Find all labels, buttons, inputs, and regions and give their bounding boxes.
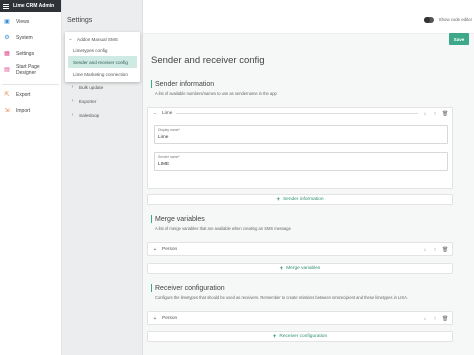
sender-information-section: Sender information A list of available n… <box>151 80 467 96</box>
move-up-icon[interactable]: ↑ <box>432 111 438 117</box>
button-label: Sender information <box>282 197 324 202</box>
nav-item-label: Settings <box>16 51 35 57</box>
chevron-right-icon: › <box>71 112 74 118</box>
nav-item-export[interactable]: ⇱ Export <box>0 87 61 103</box>
move-up-icon[interactable]: ↑ <box>432 316 438 322</box>
nav-divider <box>2 84 59 85</box>
add-merge-variable-button[interactable]: + Merge variables <box>147 263 453 274</box>
expand-icon[interactable]: + <box>152 316 158 322</box>
display-name-field[interactable]: Display name* Lime <box>154 125 448 144</box>
chevron-right-icon: › <box>71 84 74 90</box>
button-label: Receiver configuration <box>279 334 328 339</box>
tree-node-exporter[interactable]: › Exporter <box>62 94 142 108</box>
nav-item-label: Views <box>16 19 30 25</box>
sender-item-card: − Lime ↓ ↑ 🗑 Display name* Lime Sender n… <box>147 107 453 189</box>
nav-item-views[interactable]: ▣ Views <box>0 14 61 30</box>
divider <box>176 113 418 114</box>
delete-icon[interactable]: 🗑 <box>442 316 448 322</box>
receiver-configuration-section: Receiver configuration Configure the lim… <box>151 284 467 300</box>
code-editor-toggle[interactable] <box>424 17 434 23</box>
nav-item-label: Start Page Designer <box>16 64 40 76</box>
nav-item-label: Export <box>16 92 31 98</box>
menu-icon[interactable] <box>3 3 9 9</box>
chevron-right-icon: › <box>71 98 74 104</box>
field-value: Lime <box>158 135 169 140</box>
collapse-icon[interactable]: − <box>152 111 158 117</box>
field-label: Display name* <box>158 128 180 132</box>
submenu-item-sender-receiver-config[interactable]: Sender and receiver config <box>68 56 137 68</box>
merge-variables-section: Merge variables A list of merge variable… <box>151 215 467 231</box>
tree-node-label: Bulk update <box>79 84 104 90</box>
system-icon: ⚙ <box>4 35 10 41</box>
app-header: Lime CRM Admin <box>0 0 61 12</box>
tree-node-bulk-update[interactable]: › Bulk update <box>62 80 142 94</box>
submenu-item-lime-marketing-connection[interactable]: Lime Marketing connection <box>68 68 137 80</box>
expand-icon[interactable]: + <box>152 247 158 253</box>
delete-icon[interactable]: 🗑 <box>442 111 448 117</box>
plus-icon: + <box>279 265 284 272</box>
field-value: LIME <box>158 162 170 167</box>
field-label: Sender name* <box>158 155 180 159</box>
plus-icon: + <box>276 196 280 203</box>
section-description: A list of merge variables that are avail… <box>155 226 291 231</box>
code-editor-toggle-label: Show code editor <box>438 17 472 22</box>
section-description: Configure the limetypes that should be u… <box>155 295 409 300</box>
add-receiver-configuration-button[interactable]: + Receiver configuration <box>147 331 453 342</box>
section-description: A list of available numbers/names to use… <box>155 91 277 96</box>
section-accent <box>151 80 152 88</box>
settings-title: Settings <box>67 17 93 24</box>
nav-item-system[interactable]: ⚙ System <box>0 30 61 46</box>
tree-node-addon-manual-sms[interactable]: ⌄ Addon Manual SMS <box>65 34 140 44</box>
sender-name-field[interactable]: Sender name* LIME <box>154 152 448 171</box>
add-sender-information-button[interactable]: + Sender information <box>147 194 453 205</box>
move-up-icon[interactable]: ↑ <box>432 247 438 253</box>
delete-icon[interactable]: 🗑 <box>442 247 448 253</box>
page-title: Sender and receiver config <box>151 55 265 66</box>
top-toolbar: Show code editor <box>143 0 474 34</box>
item-title: Lime <box>162 111 173 116</box>
nav-item-settings[interactable]: ▦ Settings <box>0 46 61 62</box>
submenu-item-label: Limetypes config <box>73 47 108 53</box>
import-icon: ⇲ <box>4 108 10 114</box>
move-down-icon[interactable]: ↓ <box>422 111 428 117</box>
tree-node-label: Addon Manual SMS <box>77 36 118 42</box>
app-title: Lime CRM Admin <box>13 3 55 9</box>
section-accent <box>151 215 152 223</box>
item-title: Person <box>162 316 178 321</box>
section-heading: Receiver configuration <box>155 284 225 292</box>
export-icon: ⇱ <box>4 92 10 98</box>
views-icon: ▣ <box>4 19 10 25</box>
save-button[interactable]: Save <box>449 33 469 45</box>
plus-icon: + <box>272 333 277 340</box>
main-content: Show code editor Save Sender and receive… <box>143 0 474 355</box>
section-heading: Sender information <box>155 80 215 88</box>
start-page-icon: ▤ <box>4 67 10 73</box>
merge-item-card: + Person ↓ ↑ 🗑 <box>147 242 453 256</box>
nav-item-label: Import <box>16 108 31 114</box>
section-heading: Merge variables <box>155 215 205 223</box>
nav-item-label: System <box>16 35 33 41</box>
item-title: Person <box>162 247 178 252</box>
submenu-item-label: Sender and receiver config <box>73 59 128 65</box>
button-label: Merge variables <box>286 266 321 271</box>
move-down-icon[interactable]: ↓ <box>422 316 428 322</box>
receiver-item-card: + Person ↓ ↑ 🗑 <box>147 311 453 325</box>
tree-node-label: Exporter <box>79 98 97 104</box>
submenu-item-limetypes-config[interactable]: Limetypes config <box>68 44 137 56</box>
chevron-down-icon: ⌄ <box>68 36 73 42</box>
addon-submenu: ⌄ Addon Manual SMS Limetypes config Send… <box>65 32 140 82</box>
move-down-icon[interactable]: ↓ <box>422 247 428 253</box>
tree-node-salesloop[interactable]: › Salesloop <box>62 108 142 122</box>
tree-node-label: Salesloop <box>79 112 100 118</box>
nav-item-start-page-designer[interactable]: ▤ Start Page Designer <box>0 62 61 78</box>
section-accent <box>151 284 152 292</box>
settings-icon: ▦ <box>4 51 10 57</box>
nav-item-import[interactable]: ⇲ Import <box>0 103 61 119</box>
main-navigation: Lime CRM Admin ▣ Views ⚙ System ▦ Settin… <box>0 0 62 355</box>
submenu-item-label: Lime Marketing connection <box>73 71 128 77</box>
